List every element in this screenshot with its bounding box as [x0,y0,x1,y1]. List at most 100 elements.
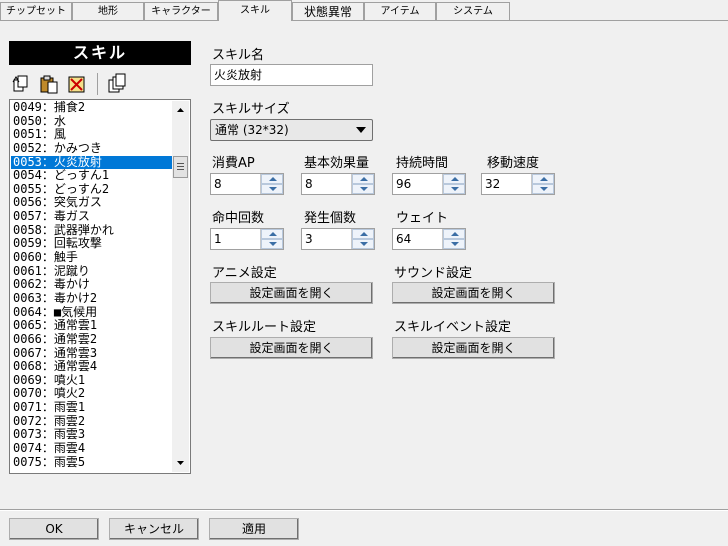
scroll-down-button[interactable] [172,455,189,472]
move-speed-label: 移動速度 [487,156,540,171]
base-effect-spinner[interactable]: 8 [301,173,375,195]
spin-down-button[interactable] [261,184,283,194]
list-item[interactable]: 0068：通常雲4 [11,360,173,374]
duration-spinner[interactable]: 96 [392,173,466,195]
chevron-down-icon [356,127,366,133]
list-item[interactable]: 0063：毒かけ2 [11,292,173,306]
base-effect-label: 基本効果量 [304,156,370,171]
spin-up-button[interactable] [352,174,374,184]
scroll-up-button[interactable] [172,101,189,118]
spin-down-button[interactable] [443,239,465,249]
move-speed-value: 32 [485,177,501,191]
list-item[interactable]: 0054：どっすん1 [11,169,173,183]
spin-down-button[interactable] [352,184,374,194]
spin-up-button[interactable] [443,229,465,239]
spin-up-button[interactable] [261,229,283,239]
spawn-count-value: 3 [305,232,313,246]
duration-value: 96 [396,177,412,191]
anime-settings-button[interactable]: 設定画面を開く [210,282,373,304]
list-item[interactable]: 0067：通常雲3 [11,347,173,361]
wait-spinner[interactable]: 64 [392,228,466,250]
skill-event-button[interactable]: 設定画面を開く [392,337,555,359]
wait-label: ウェイト [396,211,449,226]
hit-count-value: 1 [214,232,222,246]
list-item[interactable]: 0058：武器弾かれ [11,224,173,238]
copy-icon[interactable] [11,73,31,95]
cancel-button[interactable]: キャンセル [109,518,199,540]
list-item[interactable]: 0074：雨雲4 [11,442,173,456]
list-item[interactable]: 0060：触手 [11,251,173,265]
spin-down-button[interactable] [261,239,283,249]
skill-listbox[interactable]: 0049：捕食2 0050：水 0051：風 0052：かみつき 0053：火炎放射 00… [9,99,191,474]
duration-label: 持続時間 [396,156,449,171]
list-item[interactable]: 0051：風 [11,128,173,142]
skill-name-label: スキル名 [212,48,265,63]
skill-list: 0049：捕食2 0050：水 0051：風 0052：かみつき 0053：火炎放射 00… [11,101,173,469]
tab-character[interactable]: キャラクター [144,2,218,20]
list-item[interactable]: 0057：毒ガス [11,210,173,224]
base-effect-value: 8 [305,177,313,191]
list-item[interactable]: 0052：かみつき [11,142,173,156]
spin-down-button[interactable] [443,184,465,194]
list-item[interactable]: 0062：毒かけ [11,278,173,292]
list-item[interactable]: 0070：噴火2 [11,387,173,401]
spin-up-button[interactable] [443,174,465,184]
list-item[interactable]: 0056：突気ガス [11,196,173,210]
list-item[interactable]: 0072：雨雲2 [11,415,173,429]
duplicate-icon[interactable] [107,73,127,95]
list-item[interactable]: 0073：雨雲3 [11,428,173,442]
skill-event-label: スキルイベント設定 [394,320,512,335]
list-scrollbar[interactable] [172,101,189,472]
tab-chipset[interactable]: チップセット [0,2,72,20]
sound-settings-button[interactable]: 設定画面を開く [392,282,555,304]
tab-skill[interactable]: スキル [218,0,292,21]
skill-route-button[interactable]: 設定画面を開く [210,337,373,359]
mp-value: 8 [214,177,222,191]
list-item[interactable]: 0053：火炎放射 [11,155,173,170]
skill-name-field[interactable]: 火炎放射 [210,64,373,86]
mp-spinner[interactable]: 8 [210,173,284,195]
mp-label: 消費AP [212,156,255,171]
list-item[interactable]: 0075：雨雲5 [11,456,173,470]
tab-item[interactable]: アイテム [364,2,436,20]
spin-down-button[interactable] [532,184,554,194]
skill-size-value: 通常 (32*32) [215,123,289,137]
clear-icon[interactable] [67,73,87,95]
anime-settings-label: アニメ設定 [212,266,277,281]
list-item[interactable]: 0069：噴火1 [11,374,173,388]
spin-down-button[interactable] [352,239,374,249]
tab-status[interactable]: 状態異常 [292,2,364,20]
list-item[interactable]: 0049：捕食2 [11,101,173,115]
list-item[interactable]: 0055：どっすん2 [11,183,173,197]
spawn-count-label: 発生個数 [304,211,357,226]
list-item[interactable]: 0061：泥蹴り [11,265,173,279]
list-item[interactable]: 0066：通常雲2 [11,333,173,347]
spawn-count-spinner[interactable]: 3 [301,228,375,250]
skill-route-label: スキルルート設定 [212,320,317,335]
tab-system[interactable]: システム [436,2,510,20]
wait-value: 64 [396,232,412,246]
paste-icon[interactable] [39,73,59,95]
ok-button[interactable]: OK [9,518,99,540]
sound-settings-label: サウンド設定 [394,266,473,281]
spin-up-button[interactable] [352,229,374,239]
list-item[interactable]: 0065：通常雲1 [11,319,173,333]
footer-divider-highlight [0,510,728,511]
hit-count-label: 命中回数 [212,211,265,226]
spin-up-button[interactable] [261,174,283,184]
skill-size-label: スキルサイズ [212,102,290,117]
apply-button[interactable]: 適用 [209,518,299,540]
scroll-thumb[interactable] [173,156,188,178]
tab-bar: チップセット 地形 キャラクター スキル 状態異常 アイテム システム [0,0,728,22]
move-speed-spinner[interactable]: 32 [481,173,555,195]
toolbar-separator [97,73,98,95]
tab-terrain[interactable]: 地形 [72,2,144,20]
panel-title: スキル [9,41,191,65]
list-item[interactable]: 0064：■気候用 [11,306,173,320]
list-item[interactable]: 0050：水 [11,115,173,129]
skill-size-select[interactable]: 通常 (32*32) [210,119,373,141]
list-item[interactable]: 0071：雨雲1 [11,401,173,415]
hit-count-spinner[interactable]: 1 [210,228,284,250]
list-item[interactable]: 0059：回転攻撃 [11,237,173,251]
spin-up-button[interactable] [532,174,554,184]
